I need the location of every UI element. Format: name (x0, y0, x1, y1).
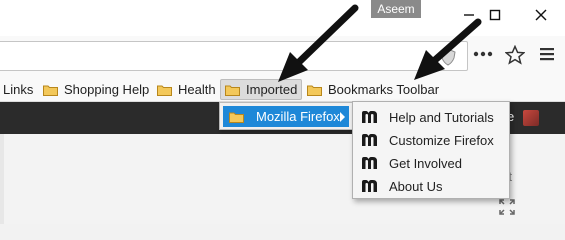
hamburger-menu-icon (540, 48, 554, 61)
content-divider (0, 134, 4, 224)
more-icon (473, 51, 493, 57)
bookmark-folder-shopping-help[interactable]: Shopping Help (43, 79, 149, 100)
folder-icon (229, 112, 244, 123)
bookmark-links[interactable]: Links (3, 79, 33, 100)
profile-badge[interactable]: Aseem (371, 0, 421, 18)
avatar[interactable] (523, 110, 539, 126)
minimize-button[interactable] (458, 4, 480, 26)
menu-item-mozilla-firefox[interactable]: Mozilla Firefox (223, 106, 349, 127)
menu-item-label: About Us (389, 178, 443, 194)
fullscreen-icon[interactable] (498, 198, 516, 216)
bookmark-star-button[interactable] (505, 45, 525, 65)
bookmark-label: Imported (246, 82, 298, 97)
mozilla-m-icon (362, 157, 377, 169)
close-icon (535, 9, 547, 21)
bookmark-label: Shopping Help (64, 82, 150, 97)
mozilla-m-icon (362, 111, 377, 123)
submenu-arrow-icon (340, 112, 345, 122)
minimize-icon (464, 14, 474, 16)
main-menu-button[interactable] (540, 47, 554, 61)
mozilla-m-icon (362, 180, 377, 192)
bookmark-label: Links (3, 82, 34, 97)
folder-icon (43, 85, 58, 96)
menu-item-about-us[interactable]: About Us (359, 175, 505, 197)
navigation-toolbar (0, 36, 565, 76)
menu-item-label: Customize Firefox (389, 132, 494, 148)
mozilla-m-icon (362, 134, 377, 146)
menu-item-label: Mozilla Firefox (256, 109, 340, 124)
folder-icon (225, 85, 240, 96)
maximize-icon (489, 9, 501, 21)
menu-item-customize-firefox[interactable]: Customize Firefox (359, 129, 505, 151)
bookmark-folder-bookmarks-toolbar[interactable]: Bookmarks Toolbar (307, 79, 439, 100)
more-button[interactable] (473, 50, 493, 58)
title-bar: Aseem (0, 0, 565, 36)
imported-dropdown-menu: Mozilla Firefox (219, 102, 353, 130)
bookmark-label: Bookmarks Toolbar (328, 82, 440, 97)
bookmarks-toolbar: Links Shopping Help Health Imported Book… (0, 76, 565, 102)
menu-item-help-and-tutorials[interactable]: Help and Tutorials (359, 106, 505, 128)
menu-item-get-involved[interactable]: Get Involved (359, 152, 505, 174)
firefox-submenu: Help and Tutorials Customize Firefox Get… (352, 101, 510, 199)
close-button[interactable] (530, 4, 552, 26)
bookmark-label: Health (178, 82, 216, 97)
url-bar[interactable] (0, 41, 468, 71)
menu-item-label: Get Involved (389, 155, 462, 171)
bookmark-folder-health[interactable]: Health (157, 79, 216, 100)
star-icon (505, 45, 525, 65)
maximize-button[interactable] (484, 4, 506, 26)
bookmark-folder-imported[interactable]: Imported (220, 79, 303, 100)
menu-item-label: Help and Tutorials (389, 109, 494, 125)
browser-window: Aseem Links Shopping Help Health Importe… (0, 0, 565, 224)
shield-icon[interactable] (440, 48, 456, 66)
folder-icon (307, 85, 322, 96)
folder-icon (157, 85, 172, 96)
